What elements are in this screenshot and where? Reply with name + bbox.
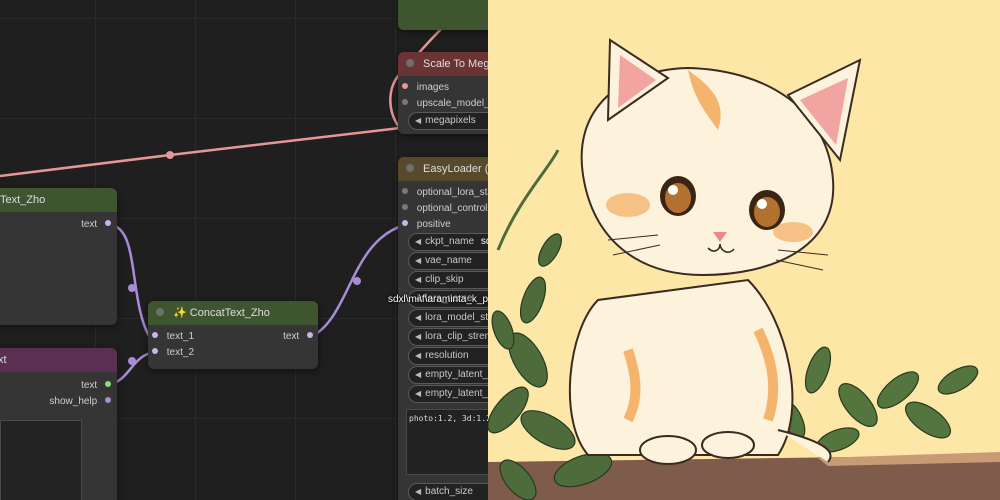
port-label: images <box>416 82 450 93</box>
input-port-images[interactable]: images <box>402 82 449 93</box>
port-label: show_help <box>49 396 98 407</box>
widget-label: empty_latent_ <box>425 388 488 399</box>
widget-label: megapixels <box>425 115 476 126</box>
easyloader-node[interactable]: EasyLoader ( optional_lora_stac optional… <box>398 157 488 500</box>
positive-prompt-textarea[interactable]: photo:1.2, 3d:1.2, u <box>406 409 488 475</box>
output-port-text[interactable]: text <box>81 219 111 230</box>
node-title-bar[interactable]: EasyLoader ( <box>398 157 488 181</box>
decrement-arrow-icon[interactable]: ◀ <box>415 237 421 246</box>
cat-illustration <box>488 0 1000 500</box>
widget-value: sdx <box>480 236 488 247</box>
wire-midpoint <box>166 151 174 159</box>
input-port-optional-lora-stack[interactable]: optional_lora_stac <box>402 187 488 198</box>
decrement-arrow-icon[interactable]: ◀ <box>415 487 421 496</box>
decrement-arrow-icon[interactable]: ◀ <box>415 313 421 322</box>
output-port-show-help[interactable]: show_help <box>49 396 111 407</box>
widget-label: lora_model_str <box>425 312 488 323</box>
node-title-bar[interactable]: Scale To Meg <box>398 52 488 76</box>
port-label: text_1 <box>166 331 195 342</box>
port-label: optional_controlne <box>416 203 488 214</box>
top-node[interactable] <box>398 0 488 30</box>
port-dot[interactable] <box>402 99 408 106</box>
port-dot[interactable] <box>105 397 111 404</box>
wire-midpoint <box>353 277 361 285</box>
show-text-node[interactable]: xt text show_help <box>0 348 117 500</box>
batch-size-widget[interactable]: ◀ batch_size <box>408 483 488 500</box>
clip-skip-widget[interactable]: ◀ clip_skip <box>408 271 488 289</box>
node-title: Scale To Meg <box>423 58 488 70</box>
decrement-arrow-icon[interactable]: ◀ <box>415 256 421 265</box>
megapixels-widget[interactable]: ◀ megapixels <box>408 112 488 130</box>
port-label: upscale_model_c <box>416 98 488 109</box>
top-node-title-bar <box>398 0 488 30</box>
concat-text-node[interactable]: ✨ ConcatText_Zho text_1 text_2 text <box>148 301 318 369</box>
image-wire <box>0 126 401 178</box>
decrement-arrow-icon[interactable]: ◀ <box>415 275 421 284</box>
decrement-arrow-icon[interactable]: ◀ <box>415 351 421 360</box>
vae-name-widget[interactable]: ◀ vae_name <box>408 252 488 270</box>
empty-latent-width-widget[interactable]: ◀ empty_latent_ <box>408 366 488 384</box>
port-dot[interactable] <box>152 332 158 339</box>
port-dot[interactable] <box>402 83 408 90</box>
wire-midpoint <box>128 357 136 365</box>
resolution-widget[interactable]: ◀ resolution <box>408 347 488 365</box>
node-title: Text_Zho <box>0 188 117 212</box>
decrement-arrow-icon[interactable]: ◀ <box>415 116 421 125</box>
collapse-dot[interactable] <box>156 308 164 317</box>
text-display-area[interactable] <box>0 420 82 500</box>
port-label: optional_lora_stac <box>416 187 488 198</box>
port-dot[interactable] <box>307 332 313 339</box>
widget-label: ckpt_name <box>425 236 475 247</box>
generated-image-preview <box>488 0 1000 500</box>
text-zho-node[interactable]: Text_Zho text <box>0 188 117 325</box>
port-dot[interactable] <box>402 220 408 227</box>
port-label: text <box>81 380 98 391</box>
collapse-dot[interactable] <box>406 59 414 68</box>
port-dot[interactable] <box>152 348 158 355</box>
port-label: text <box>283 331 300 342</box>
port-label: text <box>81 219 98 230</box>
prompt-text: photo:1.2, 3d:1.2, u <box>409 414 488 423</box>
scale-to-megapixels-node[interactable]: Scale To Meg images upscale_model_c ◀ meg… <box>398 52 488 134</box>
lora-clip-strength-widget[interactable]: ◀ lora_clip_stren <box>408 328 488 346</box>
collapse-dot[interactable] <box>406 164 414 173</box>
decrement-arrow-icon[interactable]: ◀ <box>415 389 421 398</box>
port-dot[interactable] <box>402 188 408 195</box>
ckpt-value-tooltip: sdxl\mi\f\araminta_k_p <box>388 294 488 305</box>
widget-label: vae_name <box>425 255 472 266</box>
lora-model-strength-widget[interactable]: ◀ lora_model_str <box>408 309 488 327</box>
input-port-text-2[interactable]: text_2 <box>152 347 194 358</box>
output-port-text[interactable]: text <box>81 380 111 391</box>
widget-label: lora_clip_stren <box>425 331 488 342</box>
node-title-bar[interactable]: ✨ ConcatText_Zho <box>148 301 318 325</box>
input-port-positive[interactable]: positive <box>402 219 451 230</box>
port-dot[interactable] <box>105 381 111 388</box>
input-port-text-1[interactable]: text_1 <box>152 331 194 342</box>
ckpt-name-widget[interactable]: ◀ ckpt_name sdx <box>408 233 488 251</box>
widget-label: clip_skip <box>425 274 464 285</box>
empty-latent-height-widget[interactable]: ◀ empty_latent_ <box>408 385 488 403</box>
widget-label: batch_size <box>425 486 473 497</box>
input-port-upscale-model[interactable]: upscale_model_c <box>402 98 488 109</box>
decrement-arrow-icon[interactable]: ◀ <box>415 332 421 341</box>
wire-midpoint <box>128 284 136 292</box>
widget-label: resolution <box>425 350 469 361</box>
widget-label: empty_latent_ <box>425 369 488 380</box>
sparkle-icon: ✨ <box>173 307 187 319</box>
port-dot[interactable] <box>402 204 408 211</box>
port-label: positive <box>416 219 451 230</box>
decrement-arrow-icon[interactable]: ◀ <box>415 370 421 379</box>
input-port-optional-controlnet[interactable]: optional_controlne <box>402 203 488 214</box>
node-title: EasyLoader ( <box>423 163 488 175</box>
output-port-text[interactable]: text <box>283 331 313 342</box>
node-graph-canvas[interactable]: Text_Zho text xt text show_help ✨ Concat… <box>0 0 488 500</box>
node-title: xt <box>0 348 117 372</box>
port-dot[interactable] <box>105 220 111 227</box>
node-title: ConcatText_Zho <box>189 307 270 319</box>
port-label: text_2 <box>166 347 195 358</box>
